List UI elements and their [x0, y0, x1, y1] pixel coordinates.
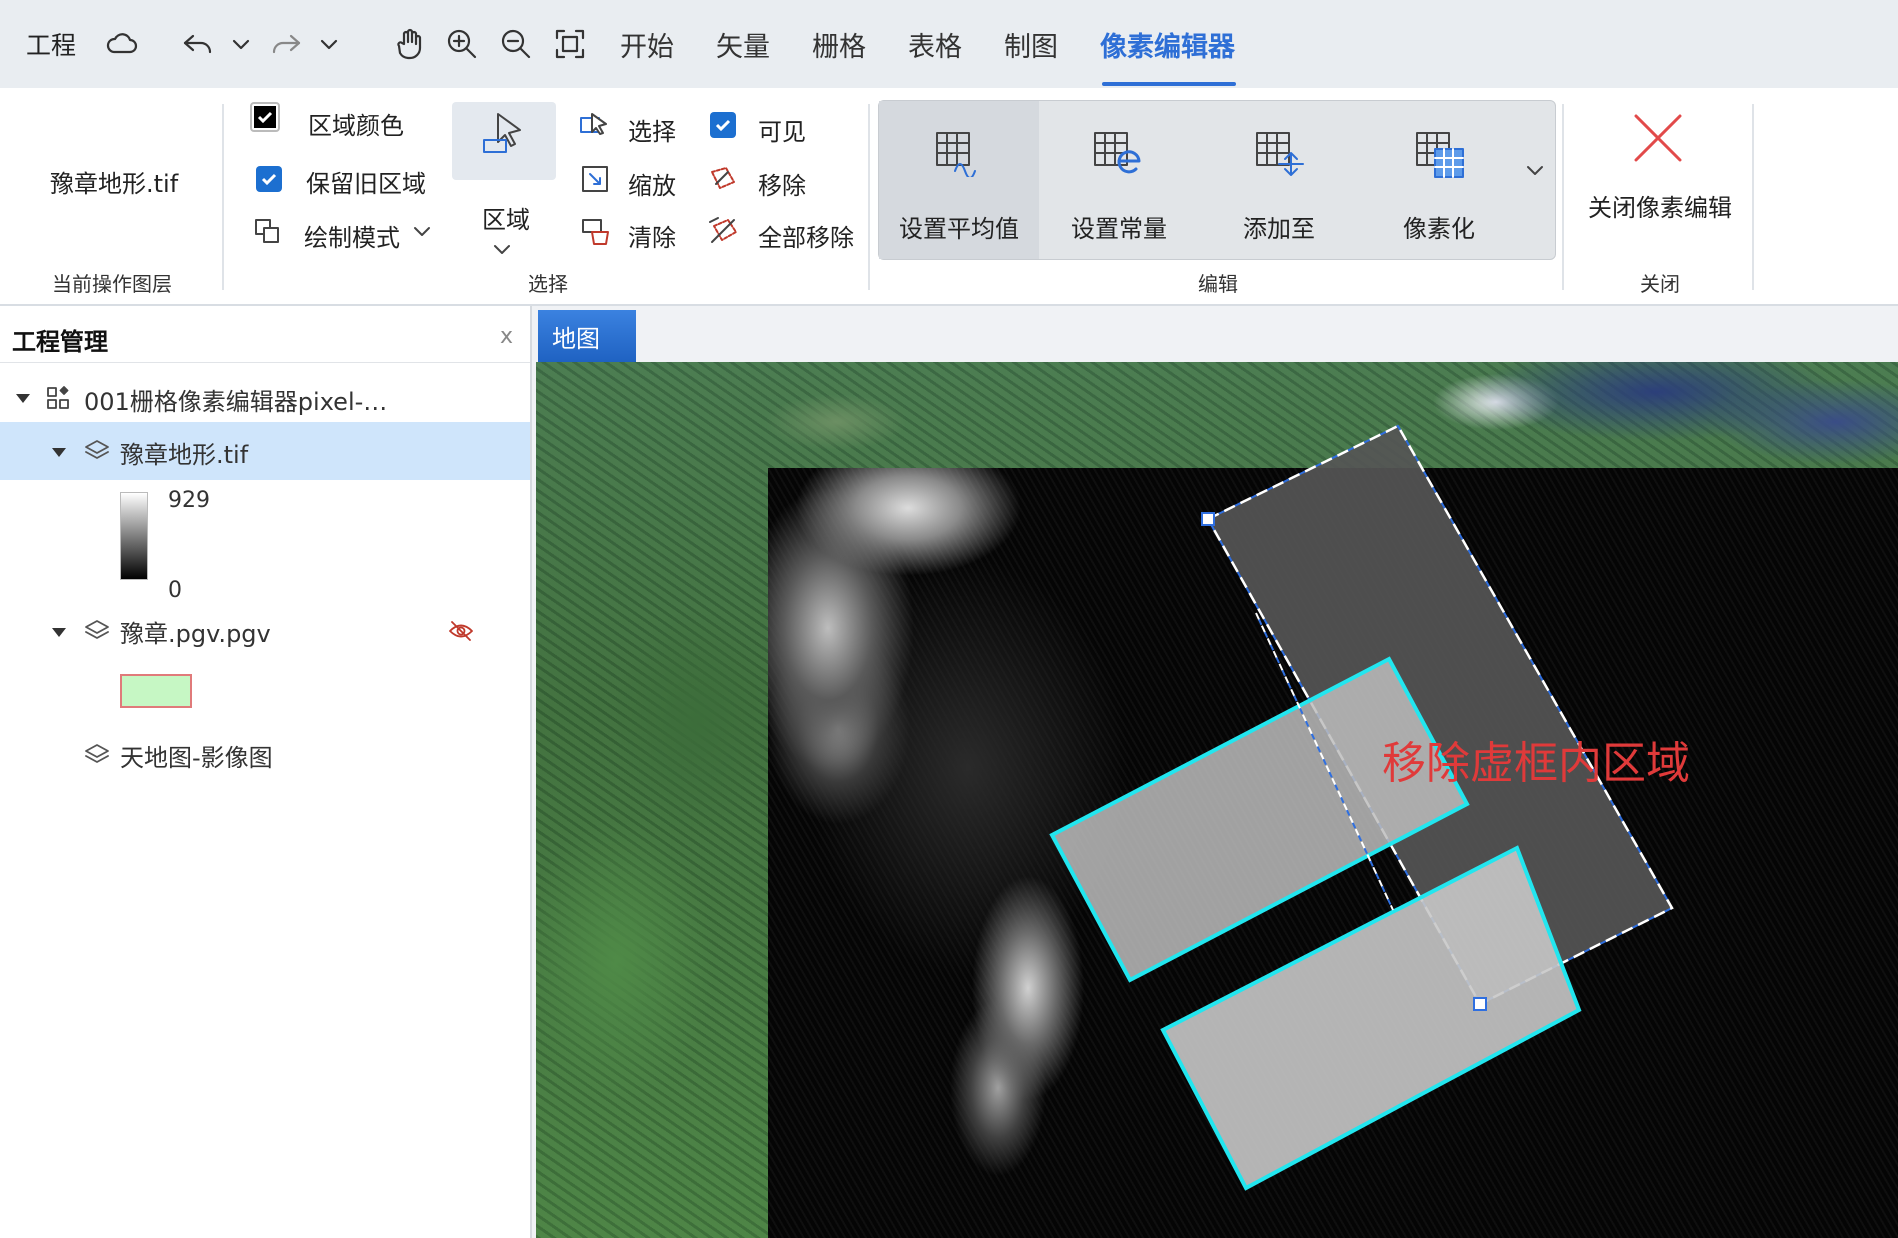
- zoom-in-icon[interactable]: [444, 24, 480, 64]
- expand-arrow-icon[interactable]: [52, 448, 66, 457]
- current-layer-name[interactable]: 豫章地形.tif: [50, 164, 178, 199]
- tab-map[interactable]: 地图: [538, 310, 636, 362]
- ribbon: 豫章地形.tif 当前操作图层 区域颜色 保留旧区域 绘制模式 区域 选择 缩放…: [0, 88, 1898, 306]
- project-manager-panel: 工程管理 x 001栅格像素编辑器pixel-… 豫章地形.tif 929 0 …: [0, 306, 532, 1238]
- close-icon[interactable]: x: [500, 324, 513, 349]
- project-menu[interactable]: 工程: [26, 24, 76, 64]
- pixelate-label: 像素化: [1403, 215, 1475, 243]
- region-dropdown-icon[interactable]: [492, 242, 512, 261]
- draw-mode-icon[interactable]: [254, 218, 282, 250]
- panel-divider: [0, 362, 530, 363]
- redo-dropdown-icon[interactable]: [316, 24, 342, 64]
- keep-old-region-checkbox[interactable]: [256, 166, 282, 192]
- selection-overlay: [1049, 424, 1674, 1191]
- tab-start[interactable]: 开始: [620, 22, 674, 66]
- group-label-current-layer: 当前操作图层: [52, 272, 172, 296]
- layer-name: 天地图-影像图: [120, 744, 273, 772]
- tab-vector[interactable]: 矢量: [716, 22, 770, 66]
- active-tab-indicator: [1102, 82, 1236, 86]
- add-to-icon: [1255, 131, 1305, 183]
- polygon-legend-swatch: [120, 674, 192, 708]
- group-label-edit: 编辑: [1198, 272, 1238, 296]
- layers-icon: [84, 618, 110, 648]
- region-color-label: 区域颜色: [308, 112, 404, 140]
- map-tab-bar: 地图: [534, 306, 1898, 362]
- undo-icon[interactable]: [180, 24, 216, 64]
- remove-all-label[interactable]: 全部移除: [758, 218, 854, 253]
- group-separator: [1752, 104, 1754, 290]
- group-label-close: 关闭: [1640, 272, 1680, 296]
- zoom-out-icon[interactable]: [498, 24, 534, 64]
- pan-hand-icon[interactable]: [392, 24, 428, 64]
- tab-pixel-editor[interactable]: 像素编辑器: [1100, 22, 1235, 66]
- vertex-handle: [1473, 997, 1487, 1011]
- set-average-icon: [935, 131, 981, 181]
- edit-panel: 设置平均值 设置常量 添加至 像素化: [878, 100, 1556, 260]
- add-to-button[interactable]: 添加至: [1199, 101, 1359, 259]
- expand-arrow-icon[interactable]: [52, 628, 66, 637]
- annotation-text: 移除虚框内区域: [1382, 738, 1690, 789]
- expand-arrow-icon[interactable]: [16, 394, 30, 403]
- region-button[interactable]: 区域: [452, 102, 556, 262]
- tab-raster[interactable]: 栅格: [812, 22, 866, 66]
- project-icon: [46, 386, 72, 416]
- panel-title: 工程管理: [12, 328, 108, 356]
- menu-bar: 工程 开始 矢量 栅格 表格 制图 像素编辑器: [0, 0, 1898, 88]
- pixelate-icon: [1415, 131, 1467, 187]
- group-label-select: 选择: [528, 272, 568, 296]
- group-separator: [222, 104, 224, 290]
- hidden-eye-icon[interactable]: [448, 620, 474, 646]
- layers-icon: [84, 742, 110, 772]
- legend-min: 0: [168, 578, 182, 603]
- redo-icon[interactable]: [268, 24, 304, 64]
- tree-project-row[interactable]: 001栅格像素编辑器pixel-…: [0, 370, 530, 426]
- remove-icon[interactable]: [708, 164, 740, 198]
- select-icon[interactable]: [578, 110, 610, 144]
- draw-mode-label[interactable]: 绘制模式: [304, 218, 400, 253]
- visible-checkbox[interactable]: [710, 112, 736, 138]
- keep-old-region-label: 保留旧区域: [306, 170, 426, 198]
- zoom-label[interactable]: 缩放: [628, 166, 676, 201]
- remove-all-icon[interactable]: [708, 216, 740, 250]
- region-color-checkbox[interactable]: [250, 102, 280, 132]
- close-pixel-edit-button[interactable]: 关闭像素编辑: [1588, 188, 1732, 223]
- remove-label[interactable]: 移除: [758, 166, 806, 201]
- region-label: 区域: [482, 206, 530, 234]
- select-label[interactable]: 选择: [628, 112, 676, 147]
- full-extent-icon[interactable]: [552, 24, 588, 64]
- tab-cartography[interactable]: 制图: [1004, 22, 1058, 66]
- legend-max: 929: [168, 488, 210, 513]
- cloud-icon[interactable]: [104, 24, 140, 64]
- layers-icon: [84, 438, 110, 468]
- vertex-handle: [1201, 512, 1215, 526]
- set-constant-button[interactable]: 设置常量: [1039, 101, 1199, 259]
- tree-layer-row-dem[interactable]: 豫章地形.tif: [0, 422, 530, 480]
- visible-label: 可见: [758, 118, 806, 146]
- chevron-down-icon[interactable]: [412, 224, 432, 243]
- zoom-to-selection-icon[interactable]: [580, 164, 610, 198]
- set-average-label: 设置平均值: [899, 215, 1019, 243]
- set-constant-label: 设置常量: [1071, 215, 1167, 243]
- set-constant-icon: [1093, 131, 1143, 183]
- set-average-button[interactable]: 设置平均值: [879, 101, 1039, 259]
- clear-label[interactable]: 清除: [628, 218, 676, 253]
- group-separator: [1562, 104, 1564, 290]
- edit-more-dropdown-icon[interactable]: [1525, 163, 1545, 182]
- map-view[interactable]: 移除虚框内区域: [536, 362, 1898, 1238]
- pixelate-button[interactable]: 像素化: [1359, 101, 1519, 259]
- elevation-legend-ramp: [120, 492, 148, 580]
- tree-layer-row-basemap[interactable]: 天地图-影像图: [0, 728, 530, 784]
- add-to-label: 添加至: [1243, 215, 1315, 243]
- undo-dropdown-icon[interactable]: [228, 24, 254, 64]
- group-separator: [868, 104, 870, 290]
- tab-table[interactable]: 表格: [908, 22, 962, 66]
- clear-icon[interactable]: [580, 216, 612, 250]
- close-pixel-edit-icon[interactable]: [1632, 112, 1684, 168]
- tree-layer-row-pgv[interactable]: 豫章.pgv.pgv: [0, 604, 530, 660]
- region-select-icon: [480, 110, 528, 166]
- layer-name: 豫章.pgv.pgv: [120, 620, 271, 648]
- layer-name: 豫章地形.tif: [120, 441, 249, 469]
- project-name: 001栅格像素编辑器pixel-…: [84, 388, 388, 416]
